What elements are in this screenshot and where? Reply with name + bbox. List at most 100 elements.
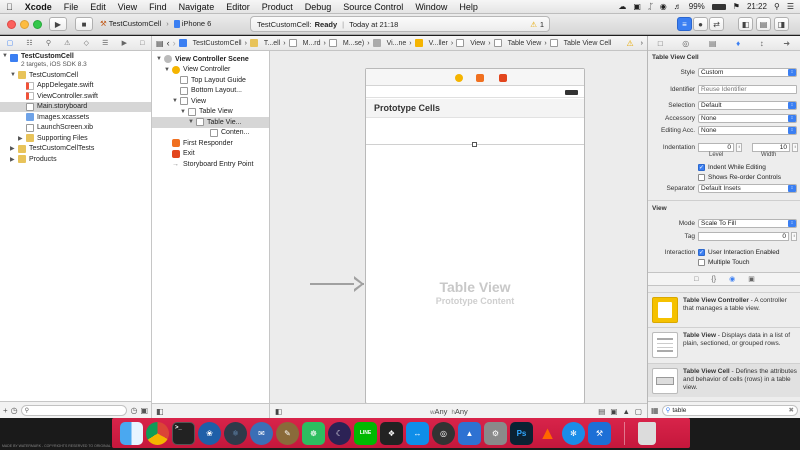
outline-item[interactable]: ▼ View Controller Scene: [152, 54, 269, 65]
file-inspector-icon[interactable]: □: [658, 39, 663, 48]
display-icon[interactable]: ▣: [633, 2, 641, 11]
grid-view-icon[interactable]: ▦: [651, 406, 659, 415]
file-template-icon[interactable]: □: [694, 276, 698, 283]
menu-file[interactable]: File: [58, 2, 85, 12]
report-icon[interactable]: □: [140, 40, 144, 47]
size-inspector-icon[interactable]: ↕: [760, 39, 764, 48]
document-outline-toggle-icon[interactable]: ◧: [275, 407, 282, 416]
disclosure-icon[interactable]: ▶: [18, 135, 26, 142]
disclosure-icon[interactable]: ▼: [172, 98, 180, 104]
disclosure-icon[interactable]: ▼: [180, 109, 188, 115]
library-search-field[interactable]: ⚲ table ✖: [661, 404, 798, 416]
flag-icon[interactable]: ⚑: [733, 2, 740, 11]
pin-icon[interactable]: ▣: [610, 407, 617, 416]
accessory-popup[interactable]: None ↕: [698, 113, 797, 123]
view-controller-dock-icon[interactable]: [455, 74, 463, 82]
spotlight-icon[interactable]: ⚲: [774, 2, 780, 11]
code-snippet-icon[interactable]: {}: [711, 276, 716, 283]
volume-icon[interactable]: ♬: [674, 2, 682, 11]
user-interaction-checkbox[interactable]: ✓: [698, 248, 705, 256]
zoom-window-icon[interactable]: [33, 20, 42, 29]
warning-icon[interactable]: ⚠: [530, 20, 537, 29]
warning-icon[interactable]: ⚠: [626, 39, 633, 48]
navigator-item[interactable]: AppDelegate.swift: [0, 81, 151, 92]
sourcetree-icon[interactable]: ❀: [198, 421, 221, 445]
breadcrumb[interactable]: Table View: [508, 40, 542, 47]
navigator-item[interactable]: ▼ TestCustomCell: [0, 70, 151, 81]
notification-center-icon[interactable]: ☰: [787, 2, 794, 11]
outline-item[interactable]: → Storyboard Entry Point: [152, 159, 269, 170]
outline-item[interactable]: Bottom Layout...: [152, 86, 269, 97]
menu-editor[interactable]: Editor: [220, 2, 256, 12]
close-window-icon[interactable]: [7, 20, 16, 29]
breadcrumb[interactable]: Table View Cell: [564, 40, 612, 47]
disclosure-icon[interactable]: ▼: [188, 119, 196, 125]
resolve-issues-icon[interactable]: ▲: [622, 407, 629, 416]
style-popup[interactable]: Custom ↕: [698, 67, 797, 77]
disclosure-icon[interactable]: ▼: [156, 56, 164, 62]
breadcrumb[interactable]: T...ell: [264, 40, 280, 47]
indent-level-stepper[interactable]: ↕: [736, 142, 742, 152]
run-button[interactable]: ▶: [49, 17, 67, 31]
history-icon[interactable]: ◷: [11, 406, 18, 415]
finder-icon[interactable]: [120, 421, 143, 445]
navigator-toggle-button[interactable]: ◧: [738, 17, 753, 31]
menu-view[interactable]: View: [112, 2, 143, 12]
identity-inspector-icon[interactable]: ▤: [709, 39, 717, 48]
editing-accessory-popup[interactable]: None ↕: [698, 125, 797, 135]
battery-icon[interactable]: [711, 3, 726, 10]
resize-handle-icon[interactable]: [472, 142, 477, 147]
navigator-item[interactable]: ▼ TestCustomCell 2 targets, iOS SDK 8.3: [0, 53, 151, 70]
scheme-selector[interactable]: ⚒ TestCustomCell › iPhone 6: [100, 19, 211, 28]
apple-menu-icon[interactable]: : [0, 2, 19, 12]
source-control-filter-icon[interactable]: ▣: [140, 406, 148, 415]
breadcrumb[interactable]: M...rd: [303, 40, 321, 47]
menu-edit[interactable]: Edit: [84, 2, 112, 12]
breadcrumb[interactable]: V...ller: [429, 40, 448, 47]
menu-source-control[interactable]: Source Control: [337, 2, 409, 12]
vlc-icon[interactable]: ▲: [536, 422, 559, 445]
outline-item[interactable]: Conten...: [152, 128, 269, 139]
line-app-icon[interactable]: LINE: [354, 421, 377, 445]
system-preferences-icon[interactable]: ⚙: [484, 421, 507, 445]
trash-icon[interactable]: [638, 421, 656, 445]
stop-button[interactable]: ■: [75, 17, 93, 31]
multiple-touch-checkbox[interactable]: [698, 258, 705, 266]
navigator-item[interactable]: ▶ TestCustomCellTests: [0, 144, 151, 155]
navigator-item[interactable]: ▶ Supporting Files: [0, 133, 151, 144]
evernote-icon[interactable]: ☸: [302, 421, 325, 445]
filter-field[interactable]: ⚲: [20, 404, 128, 416]
chevron-right-icon[interactable]: ›: [637, 40, 647, 47]
menu-app[interactable]: Xcode: [19, 2, 58, 12]
attributes-inspector-icon[interactable]: ♦: [736, 39, 740, 48]
outline-item-selected[interactable]: ▼ Table Vie...: [152, 117, 269, 128]
library-item[interactable]: Table View Controller - A controller tha…: [648, 292, 800, 326]
outline-item[interactable]: ▼ View: [152, 96, 269, 107]
outline-item[interactable]: ▼ Table View: [152, 107, 269, 118]
related-items-icon[interactable]: ▤: [156, 39, 164, 48]
outline-item[interactable]: First Responder: [152, 138, 269, 149]
atom-icon[interactable]: ⚛: [224, 421, 247, 445]
navigator-item[interactable]: Images.xcassets: [0, 112, 151, 123]
breakpoint-icon[interactable]: ▶: [122, 39, 127, 47]
battery-percent[interactable]: 99%: [689, 2, 705, 11]
search-icon[interactable]: ⚲: [46, 39, 51, 47]
symbol-icon[interactable]: ☷: [26, 39, 32, 47]
navigator-item[interactable]: ▶ Products: [0, 154, 151, 165]
navigator-item-selected[interactable]: Main.storyboard: [0, 101, 151, 112]
breadcrumb[interactable]: TestCustomCell: [193, 40, 242, 47]
menu-product[interactable]: Product: [256, 2, 299, 12]
assistant-editor-button[interactable]: ●: [693, 17, 708, 31]
indent-width-stepper[interactable]: ↕: [792, 142, 798, 152]
unity-icon[interactable]: ❖: [380, 421, 403, 445]
outline-item[interactable]: Exit: [152, 149, 269, 160]
breadcrumb[interactable]: M...se): [343, 40, 364, 47]
issue-icon[interactable]: ⚠: [64, 39, 70, 47]
terminal-icon[interactable]: >_: [172, 421, 195, 445]
object-library-icon[interactable]: ◉: [729, 275, 735, 283]
debug-icon[interactable]: ☰: [102, 39, 108, 47]
library-item[interactable]: Table View - Displays data in a list of …: [648, 327, 800, 361]
media-library-icon[interactable]: ▣: [748, 275, 755, 283]
indent-width-field[interactable]: 10: [752, 142, 790, 152]
menu-help[interactable]: Help: [453, 2, 484, 12]
